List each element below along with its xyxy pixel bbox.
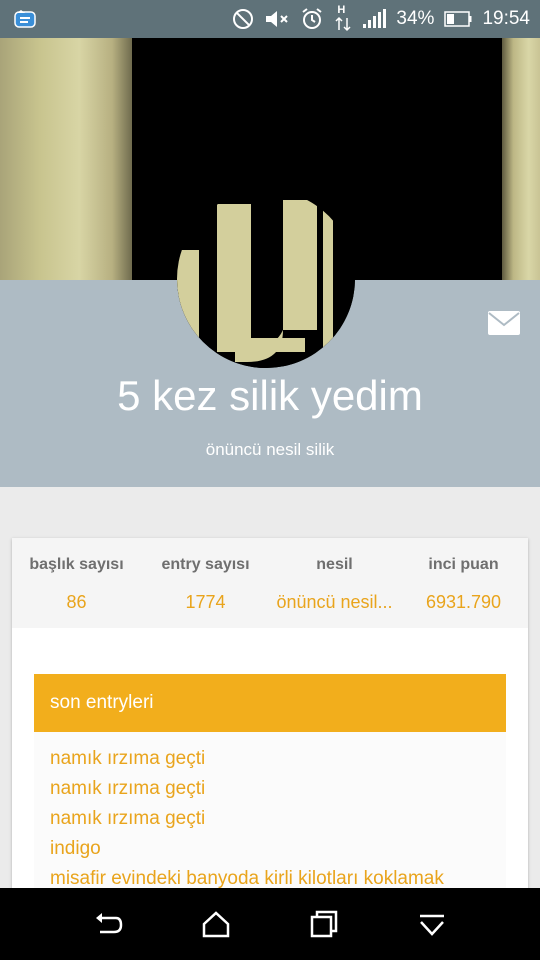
- profile-card: başlık sayısı 86 entry sayısı 1774 nesil…: [12, 538, 528, 902]
- alarm-icon: [300, 7, 324, 31]
- recents-icon[interactable]: [308, 908, 340, 940]
- entry-link[interactable]: namık ırzıma geçti: [50, 744, 506, 774]
- cover-stripe-left: [0, 38, 132, 280]
- data-arrows-icon: H: [334, 4, 352, 32]
- stat-value: 6931.790: [425, 592, 502, 612]
- stats-row: başlık sayısı 86 entry sayısı 1774 nesil…: [12, 538, 528, 628]
- profile-username: 5 kez silik yedim: [117, 372, 423, 419]
- cover-stripe-right: [502, 38, 540, 280]
- profile-generation: önüncü nesil silik: [205, 440, 335, 459]
- hide-keyboard-icon[interactable]: [416, 908, 448, 940]
- stat-value: önüncü nesil...: [276, 592, 393, 612]
- status-bar: H 34% 19:54: [0, 0, 540, 38]
- entry-link[interactable]: namık ırzıma geçti: [50, 774, 506, 804]
- entry-link[interactable]: indigo: [50, 834, 506, 864]
- entry-link[interactable]: namık ırzıma geçti: [50, 804, 506, 834]
- back-icon[interactable]: [92, 908, 124, 940]
- battery-percent: 34%: [396, 8, 435, 29]
- battery-icon: [444, 11, 472, 27]
- signal-bars-icon: [362, 9, 387, 29]
- do-not-disturb-icon: [232, 8, 254, 30]
- stat-value: 1774: [185, 592, 226, 612]
- avatar-logo-icon: [177, 190, 355, 368]
- mail-icon[interactable]: [488, 311, 520, 335]
- entries-list: namık ırzıma geçti namık ırzıma geçti na…: [34, 732, 506, 902]
- stat-label: nesil: [316, 556, 353, 573]
- stat-label: inci puan: [428, 556, 499, 573]
- volume-mute-icon: [264, 8, 290, 30]
- home-icon[interactable]: [200, 908, 232, 940]
- system-nav-bar: [0, 888, 540, 960]
- avatar[interactable]: [177, 190, 355, 368]
- recent-entries: son entryleri namık ırzıma geçti namık ı…: [34, 674, 506, 902]
- stat-value: 86: [66, 592, 87, 612]
- stat-label: başlık sayısı: [29, 556, 124, 573]
- stat-label: entry sayısı: [161, 556, 250, 573]
- clock: 19:54: [482, 8, 530, 29]
- app-notification-icon: [14, 9, 36, 29]
- recent-entries-header: son entryleri: [34, 674, 506, 732]
